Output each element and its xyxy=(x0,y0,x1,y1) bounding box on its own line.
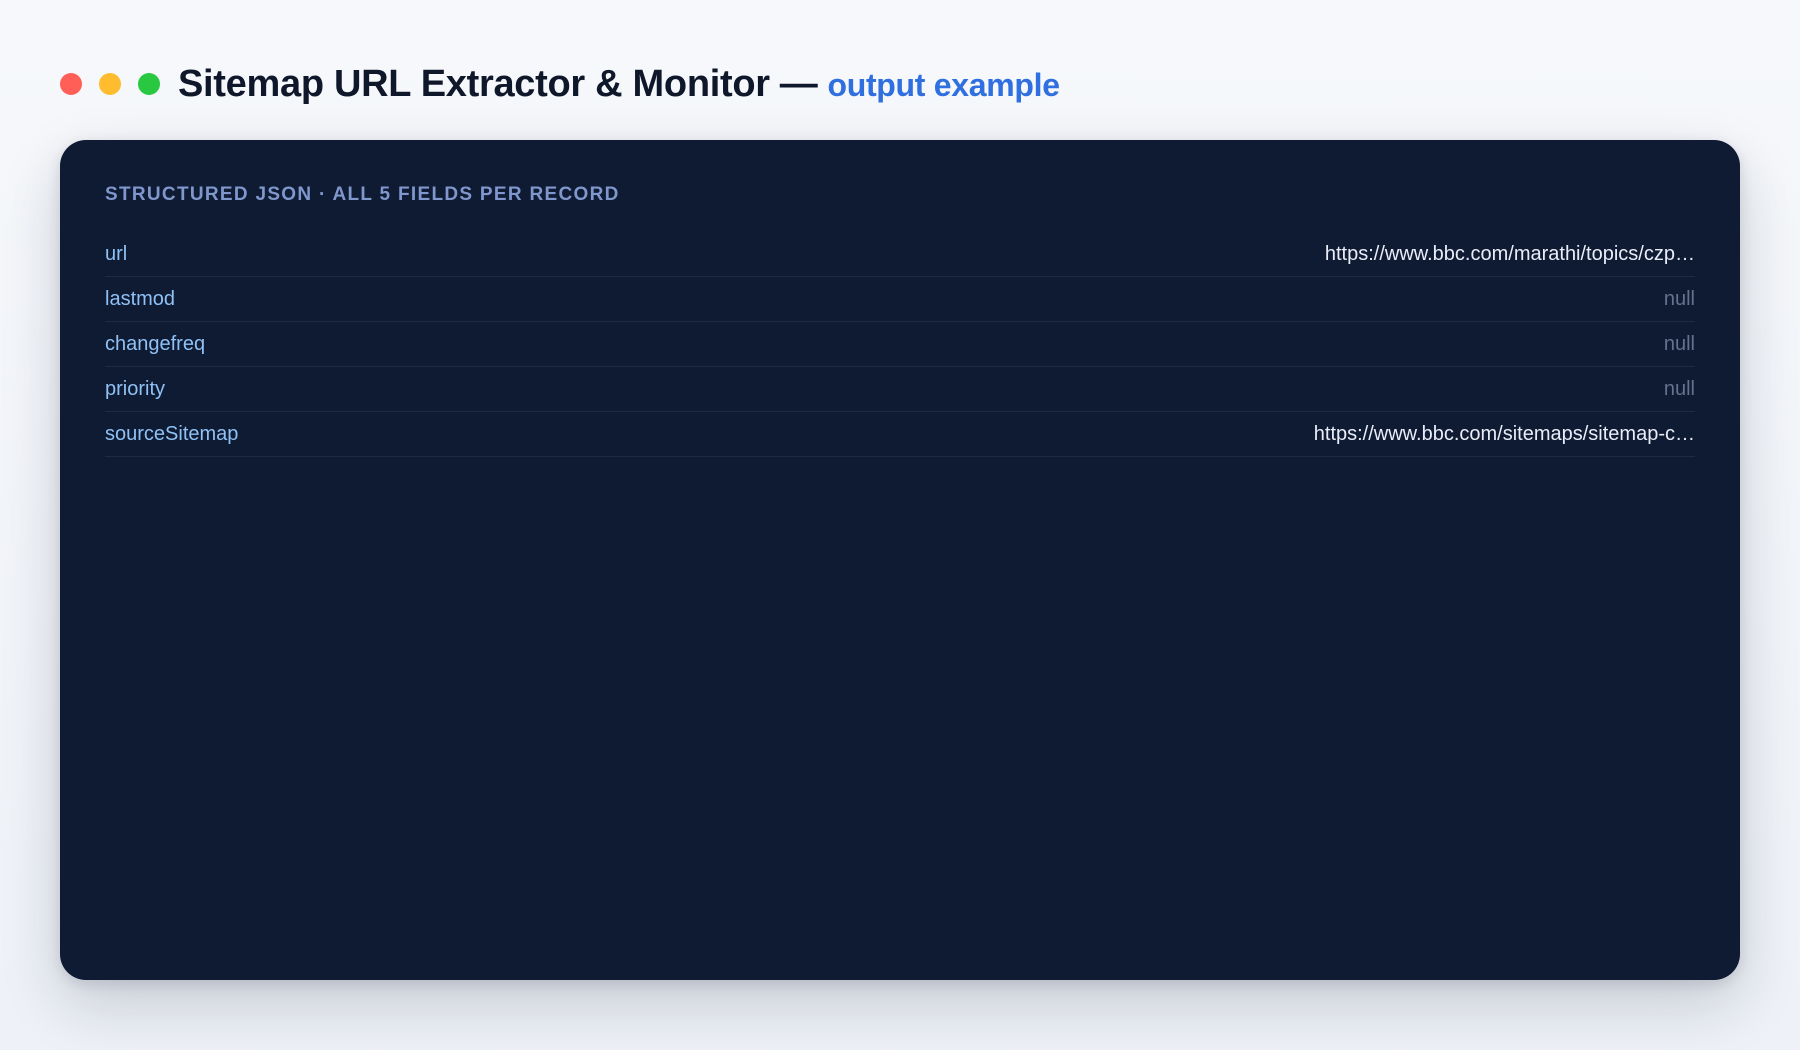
field-value: https://www.bbc.com/marathi/topics/czp… xyxy=(1324,242,1695,265)
json-output-panel: STRUCTURED JSON · ALL 5 FIELDS PER RECOR… xyxy=(60,140,1740,980)
field-key: priority xyxy=(105,377,166,400)
field-key: lastmod xyxy=(105,287,176,310)
field-value-null: null xyxy=(1663,332,1695,355)
field-row-changefreq: changefreq null xyxy=(105,322,1695,367)
field-key: sourceSitemap xyxy=(105,422,239,445)
field-value-null: null xyxy=(1663,287,1695,310)
page-title: Sitemap URL Extractor & Monitor — output e… xyxy=(178,63,1060,106)
field-value: https://www.bbc.com/sitemaps/sitemap-c… xyxy=(1313,422,1695,445)
maximize-window-button[interactable] xyxy=(138,73,160,95)
title-separator: — xyxy=(779,62,818,105)
field-value-null: null xyxy=(1663,377,1695,400)
window-titlebar: Sitemap URL Extractor & Monitor — output e… xyxy=(60,58,1060,110)
field-row-url: url https://www.bbc.com/marathi/topics/c… xyxy=(105,232,1695,277)
page-subtitle: output example xyxy=(827,66,1060,103)
field-list: url https://www.bbc.com/marathi/topics/c… xyxy=(105,232,1695,457)
field-row-priority: priority null xyxy=(105,367,1695,412)
field-row-lastmod: lastmod null xyxy=(105,277,1695,322)
field-key: url xyxy=(105,242,128,265)
app-title: Sitemap URL Extractor & Monitor xyxy=(178,62,770,105)
panel-heading: STRUCTURED JSON · ALL 5 FIELDS PER RECOR… xyxy=(105,184,620,205)
minimize-window-button[interactable] xyxy=(99,73,121,95)
field-row-sourcesitemap: sourceSitemap https://www.bbc.com/sitema… xyxy=(105,412,1695,457)
field-key: changefreq xyxy=(105,332,206,355)
close-window-button[interactable] xyxy=(60,73,82,95)
